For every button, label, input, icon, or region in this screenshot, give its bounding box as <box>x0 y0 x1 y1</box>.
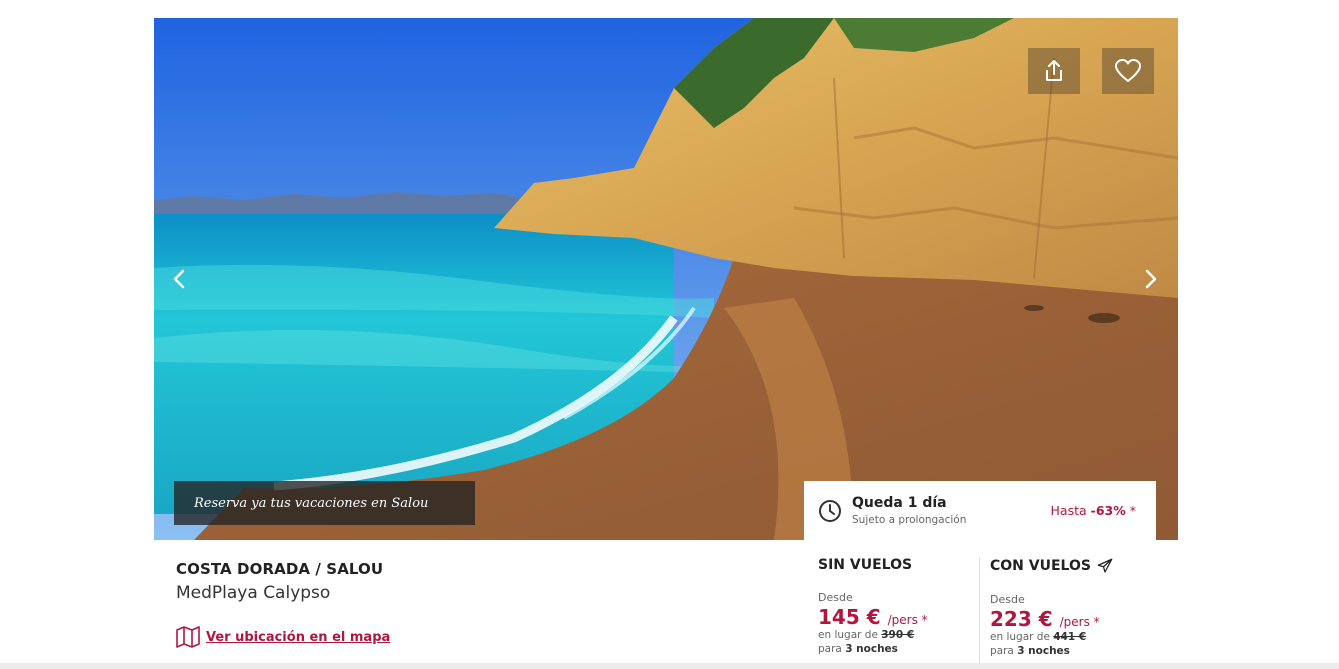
hotel-name: MedPlaya Calypso <box>176 583 331 603</box>
option-label: CON VUELOS <box>990 558 1091 574</box>
favorite-button[interactable] <box>1102 48 1154 94</box>
option-header: CON VUELOS <box>990 557 1150 575</box>
heart-icon <box>1115 59 1141 82</box>
column-divider <box>979 557 980 665</box>
next-image-button[interactable] <box>1136 264 1166 294</box>
previous-image-button[interactable] <box>164 264 194 294</box>
price-option-con-vuelos[interactable]: CON VUELOS Desde 223 € /pers * en lugar … <box>990 557 1150 657</box>
nights-prefix: para <box>818 643 842 655</box>
countdown-subtitle: Sujeto a prolongación <box>852 514 967 526</box>
nights-prefix: para <box>990 645 1014 657</box>
per-person-label: /pers * <box>887 613 928 627</box>
hero-caption: Reserva ya tus vacaciones en Salou <box>174 481 475 525</box>
old-price: 441 € <box>1053 631 1087 643</box>
nights-count: 3 noches <box>845 643 898 655</box>
discount-value: -63% <box>1090 503 1126 518</box>
per-person-label: /pers * <box>1059 615 1100 629</box>
map-link-label[interactable]: Ver ubicación en el mapa <box>206 630 390 645</box>
price: 223 € <box>990 607 1053 631</box>
option-label: SIN VUELOS <box>818 557 913 573</box>
discount-asterisk: * <box>1129 503 1136 518</box>
chevron-left-icon <box>173 269 185 289</box>
plane-icon <box>1097 558 1113 573</box>
price-option-sin-vuelos[interactable]: SIN VUELOS Desde 145 € /pers * en lugar … <box>818 557 978 655</box>
from-label: Desde <box>818 591 853 604</box>
page-divider <box>0 663 1339 669</box>
instead-of-label: en lugar de <box>818 629 878 641</box>
discount-prefix: Hasta <box>1050 503 1087 518</box>
map-location-link[interactable]: Ver ubicación en el mapa <box>176 626 390 648</box>
destination-region: COSTA DORADA / SALOU <box>176 560 384 578</box>
map-icon <box>176 626 200 648</box>
share-icon <box>1046 60 1062 81</box>
price: 145 € <box>818 605 881 629</box>
share-button[interactable] <box>1028 48 1080 94</box>
hero-gallery[interactable]: Reserva ya tus vacaciones en Salou <box>154 18 1178 540</box>
from-label: Desde <box>990 593 1025 606</box>
nights-count: 3 noches <box>1017 645 1070 657</box>
clock-icon <box>819 500 841 522</box>
price-card: Queda 1 día Sujeto a prolongación Hasta … <box>804 481 1156 669</box>
countdown-title: Queda 1 día <box>852 495 947 511</box>
chevron-right-icon <box>1145 269 1157 289</box>
countdown: Queda 1 día Sujeto a prolongación <box>818 495 967 526</box>
beach-photo <box>154 18 1178 540</box>
old-price: 390 € <box>881 629 915 641</box>
discount-badge: Hasta -63% * <box>1051 503 1136 518</box>
instead-of-label: en lugar de <box>990 631 1050 643</box>
